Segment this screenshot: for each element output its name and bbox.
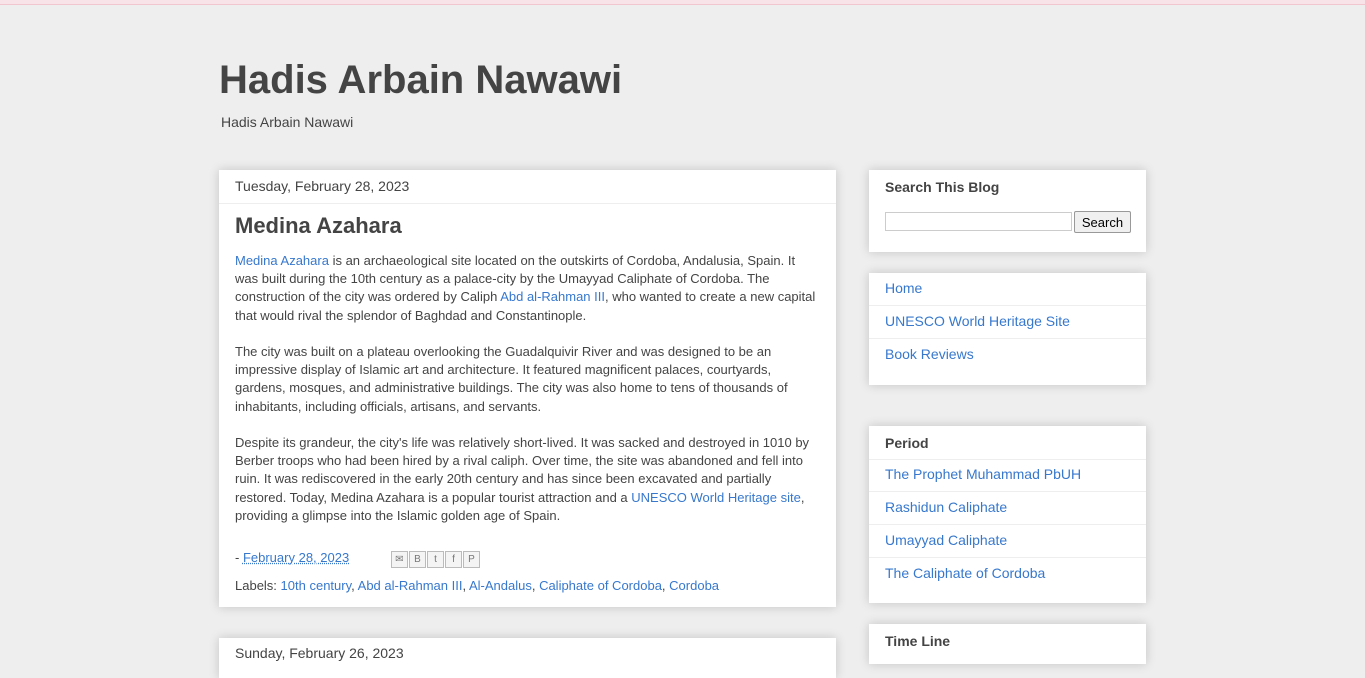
period-widget: Period The Prophet Muhammad PbUH Rashidu…: [869, 426, 1146, 603]
page-link[interactable]: Book Reviews: [885, 346, 974, 362]
page-link[interactable]: Home: [885, 280, 922, 296]
timeline-widget: Time Line: [869, 624, 1146, 664]
period-link[interactable]: The Caliphate of Cordoba: [885, 565, 1045, 581]
post-paragraph-3: Despite its grandeur, the city's life wa…: [235, 434, 821, 525]
period-link[interactable]: Rashidun Caliphate: [885, 499, 1007, 515]
label-link[interactable]: 10th century: [281, 578, 352, 593]
page-item-unesco: UNESCO World Heritage Site: [869, 305, 1146, 338]
share-buttons: ✉ B t f P: [391, 551, 481, 568]
footer-prefix: -: [235, 550, 243, 565]
period-item: The Caliphate of Cordoba: [869, 557, 1146, 590]
unesco-heritage-link[interactable]: UNESCO World Heritage site: [631, 490, 801, 505]
blog-title[interactable]: Hadis Arbain Nawawi: [219, 56, 622, 104]
medina-azahara-link[interactable]: Medina Azahara: [235, 253, 329, 268]
labels-prefix: Labels:: [235, 578, 281, 593]
blog-description: Hadis Arbain Nawawi: [221, 114, 354, 130]
page-item-home: Home: [869, 273, 1146, 306]
top-navbar-strip: [0, 0, 1365, 5]
next-post-card: Sunday, February 26, 2023: [219, 638, 836, 678]
page-link[interactable]: UNESCO World Heritage Site: [885, 313, 1070, 329]
period-link[interactable]: The Prophet Muhammad PbUH: [885, 466, 1081, 482]
post-body: Medina Azahara is an archaeological site…: [235, 252, 821, 543]
abd-al-rahman-link[interactable]: Abd al-Rahman III: [500, 289, 605, 304]
post-card: Tuesday, February 28, 2023 Medina Azahar…: [219, 170, 836, 607]
twitter-icon[interactable]: t: [427, 551, 444, 568]
label-link[interactable]: Caliphate of Cordoba: [539, 578, 662, 593]
search-input[interactable]: [885, 212, 1072, 231]
post-footer: - February 28, 2023: [235, 550, 349, 565]
pinterest-icon[interactable]: P: [463, 551, 480, 568]
period-item: Rashidun Caliphate: [869, 491, 1146, 524]
page-item-book-reviews: Book Reviews: [869, 338, 1146, 371]
period-link[interactable]: Umayyad Caliphate: [885, 532, 1007, 548]
widget-title: Time Line: [885, 633, 951, 649]
label-link[interactable]: Cordoba: [669, 578, 719, 593]
period-item: Umayyad Caliphate: [869, 524, 1146, 557]
pages-widget: Home UNESCO World Heritage Site Book Rev…: [869, 273, 1146, 385]
widget-title: Search This Blog: [885, 179, 1000, 195]
divider: [219, 203, 836, 204]
post-paragraph-2: The city was built on a plateau overlook…: [235, 344, 788, 414]
facebook-icon[interactable]: f: [445, 551, 462, 568]
email-icon[interactable]: ✉: [391, 551, 408, 568]
post-title[interactable]: Medina Azahara: [235, 212, 402, 240]
search-button[interactable]: Search: [1074, 211, 1131, 233]
label-link[interactable]: Abd al-Rahman III: [358, 578, 463, 593]
widget-title: Period: [885, 435, 929, 451]
post-paragraph-1: Medina Azahara is an archaeological site…: [235, 252, 821, 325]
search-widget: Search This Blog Search: [869, 170, 1146, 252]
post-timestamp-link[interactable]: February 28, 2023: [243, 550, 349, 565]
post-date-header: Tuesday, February 28, 2023: [235, 178, 410, 194]
main-column: Tuesday, February 28, 2023 Medina Azahar…: [219, 170, 836, 607]
post-date-header: Sunday, February 26, 2023: [235, 645, 404, 661]
label-link[interactable]: Al-Andalus: [469, 578, 532, 593]
label-separator: ,: [531, 578, 540, 593]
period-item: The Prophet Muhammad PbUH: [869, 459, 1146, 492]
post-labels: Labels: 10th century, Abd al-Rahman III,…: [235, 578, 719, 593]
blogger-icon[interactable]: B: [409, 551, 426, 568]
